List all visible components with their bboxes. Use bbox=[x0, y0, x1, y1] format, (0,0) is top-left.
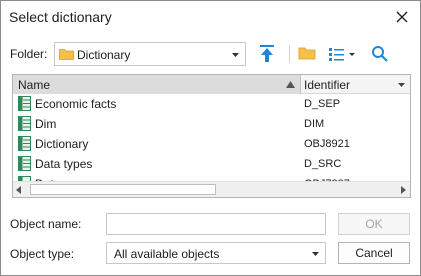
column-header-name[interactable]: Name bbox=[13, 75, 301, 94]
folder-value: Dictionary bbox=[77, 48, 131, 62]
list-view-icon bbox=[329, 48, 355, 61]
horizontal-scrollbar[interactable] bbox=[13, 181, 410, 197]
chevron-down-icon bbox=[312, 252, 319, 256]
dialog-title: Select dictionary bbox=[9, 9, 112, 25]
list-item-name: Economic facts bbox=[35, 97, 117, 111]
table-icon bbox=[18, 116, 31, 131]
scrollbar-thumb[interactable] bbox=[30, 184, 216, 195]
list-item[interactable]: Dictionary OBJ8921 bbox=[13, 134, 410, 154]
table-icon bbox=[18, 136, 31, 151]
list-header: Name Identifier bbox=[13, 75, 410, 94]
sort-ascending-icon bbox=[286, 81, 295, 88]
up-arrow-icon bbox=[260, 45, 274, 62]
column-header-identifier-label: Identifier bbox=[304, 78, 351, 92]
list-item[interactable]: Economic facts D_SEP bbox=[13, 94, 410, 114]
column-header-name-label: Name bbox=[18, 78, 51, 92]
scroll-left-icon[interactable] bbox=[16, 186, 21, 194]
up-level-button[interactable] bbox=[258, 44, 276, 64]
list-item-identifier: D_SRC bbox=[304, 158, 342, 170]
folder-label: Folder: bbox=[10, 47, 48, 61]
toolbar-separator bbox=[289, 45, 290, 63]
cancel-button[interactable]: Cancel bbox=[338, 242, 410, 264]
scroll-right-icon[interactable] bbox=[401, 186, 406, 194]
object-name-input[interactable] bbox=[106, 213, 326, 235]
new-folder-icon bbox=[298, 47, 316, 60]
list-item-name: Dim bbox=[35, 117, 57, 131]
folder-icon bbox=[59, 49, 74, 60]
column-header-identifier[interactable]: Identifier bbox=[301, 75, 410, 94]
search-icon bbox=[372, 46, 388, 62]
object-type-label: Object type: bbox=[10, 247, 75, 261]
list-item[interactable]: Data types D_SRC bbox=[13, 154, 410, 174]
select-dictionary-dialog: Select dictionary Folder: Dictionary Nam… bbox=[0, 0, 421, 276]
ok-button[interactable]: OK bbox=[338, 213, 410, 235]
list-item-identifier: DIM bbox=[304, 118, 325, 130]
list-item-name: Dictionary bbox=[35, 137, 89, 151]
column-dropdown-icon bbox=[398, 83, 405, 87]
object-type-combobox[interactable]: All available objects bbox=[106, 242, 326, 264]
title-bar: Select dictionary bbox=[1, 1, 420, 33]
list-item-name: Data types bbox=[35, 157, 93, 171]
object-list[interactable]: Name Identifier Economic facts D_SEP Dim… bbox=[12, 74, 411, 198]
new-folder-button[interactable] bbox=[298, 45, 318, 63]
object-type-value: All available objects bbox=[114, 247, 220, 261]
list-item-identifier: D_SEP bbox=[304, 98, 341, 110]
table-icon bbox=[18, 156, 31, 171]
table-icon bbox=[18, 96, 31, 111]
view-mode-button[interactable] bbox=[328, 45, 360, 63]
list-item[interactable]: Dim DIM bbox=[13, 114, 410, 134]
search-button[interactable] bbox=[371, 45, 389, 63]
close-button[interactable] bbox=[390, 5, 414, 29]
folder-combobox[interactable]: Dictionary bbox=[54, 42, 246, 66]
object-name-label: Object name: bbox=[10, 217, 82, 231]
list-item-identifier: OBJ8921 bbox=[304, 138, 350, 150]
close-icon bbox=[396, 11, 408, 23]
chevron-down-icon bbox=[232, 53, 239, 57]
